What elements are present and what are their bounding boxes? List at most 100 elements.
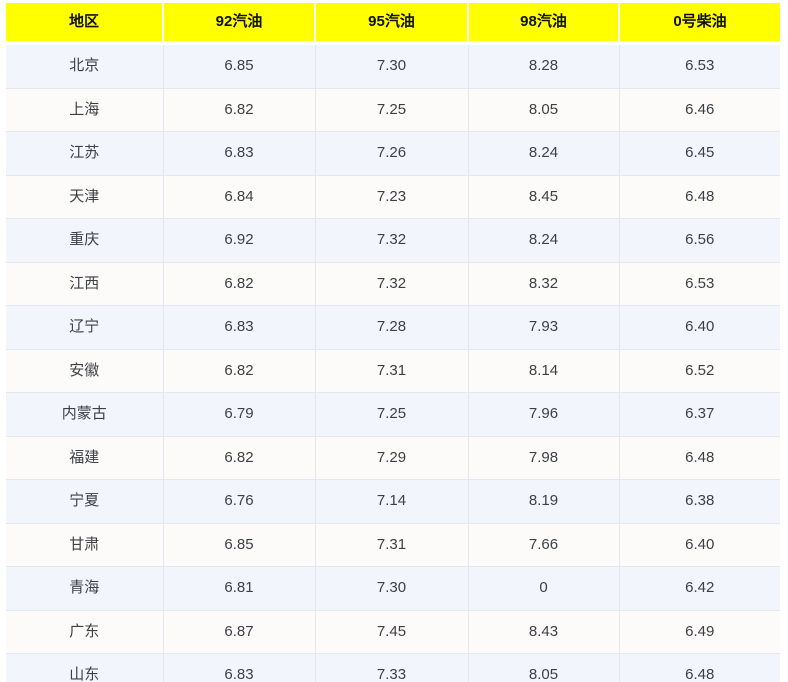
price-cell-g92: 6.83 [163, 653, 316, 682]
price-cell-d0: 6.52 [619, 349, 780, 393]
table-row: 甘肃 6.85 7.31 7.66 6.40 [6, 523, 780, 567]
table-row: 福建 6.82 7.29 7.98 6.48 [6, 436, 780, 480]
table-row: 北京 6.85 7.30 8.28 6.53 [6, 43, 780, 89]
price-cell-d0: 6.48 [619, 436, 780, 480]
region-name-cell: 安徽 [6, 349, 164, 393]
region-name-cell: 广东 [6, 610, 164, 654]
price-cell-g95: 7.25 [315, 88, 469, 132]
price-cell-d0: 6.56 [619, 218, 780, 263]
price-cell-g95: 7.26 [315, 131, 469, 176]
price-cell-g95: 7.30 [315, 43, 469, 89]
table-row: 江西 6.82 7.32 8.32 6.53 [6, 262, 780, 306]
price-cell-g92: 6.79 [163, 392, 316, 437]
price-cell-g95: 7.23 [315, 175, 469, 219]
table-row: 重庆 6.92 7.32 8.24 6.56 [6, 218, 780, 263]
price-cell-d0: 6.48 [619, 653, 780, 682]
price-cell-d0: 6.53 [619, 262, 780, 306]
table-row: 内蒙古 6.79 7.25 7.96 6.37 [6, 392, 780, 437]
price-cell-g95: 7.28 [315, 305, 469, 350]
table-header-row: 地区 92汽油 95汽油 98汽油 0号柴油 [6, 3, 780, 45]
price-cell-g98: 8.24 [468, 131, 620, 176]
price-cell-d0: 6.53 [619, 43, 780, 89]
price-cell-g98: 8.05 [468, 653, 620, 682]
region-name-cell: 青海 [6, 566, 164, 611]
table-row: 山东 6.83 7.33 8.05 6.48 [6, 653, 780, 682]
region-name-cell: 上海 [6, 88, 164, 132]
price-cell-g95: 7.31 [315, 349, 469, 393]
price-cell-g92: 6.82 [163, 88, 316, 132]
price-cell-d0: 6.49 [619, 610, 780, 654]
price-cell-g92: 6.83 [163, 131, 316, 176]
fuel-price-table: 地区 92汽油 95汽油 98汽油 0号柴油 北京 6.85 7.30 8.28 6.5… [6, 3, 780, 682]
region-name-cell: 宁夏 [6, 479, 164, 524]
price-cell-g98: 7.66 [468, 523, 620, 567]
region-name-cell: 甘肃 [6, 523, 164, 567]
price-cell-g92: 6.87 [163, 610, 316, 654]
price-cell-g92: 6.92 [163, 218, 316, 263]
table-row: 青海 6.81 7.30 0 6.42 [6, 566, 780, 611]
table-row: 广东 6.87 7.45 8.43 6.49 [6, 610, 780, 654]
table-row: 辽宁 6.83 7.28 7.93 6.40 [6, 305, 780, 350]
price-cell-d0: 6.40 [619, 305, 780, 350]
price-cell-d0: 6.48 [619, 175, 780, 219]
column-header-gasoline-92: 92汽油 [163, 3, 316, 45]
region-name-cell: 福建 [6, 436, 164, 480]
region-name-cell: 江西 [6, 262, 164, 306]
price-cell-g98: 8.32 [468, 262, 620, 306]
region-name-cell: 重庆 [6, 218, 164, 263]
price-cell-g95: 7.31 [315, 523, 469, 567]
price-cell-g92: 6.82 [163, 349, 316, 393]
price-cell-g98: 7.98 [468, 436, 620, 480]
price-cell-g92: 6.85 [163, 523, 316, 567]
price-cell-g95: 7.29 [315, 436, 469, 480]
region-name-cell: 辽宁 [6, 305, 164, 350]
table-row: 天津 6.84 7.23 8.45 6.48 [6, 175, 780, 219]
region-name-cell: 北京 [6, 43, 164, 89]
price-cell-d0: 6.37 [619, 392, 780, 437]
price-cell-d0: 6.38 [619, 479, 780, 524]
price-cell-g98: 8.45 [468, 175, 620, 219]
price-cell-g98: 8.43 [468, 610, 620, 654]
price-cell-d0: 6.45 [619, 131, 780, 176]
price-cell-g95: 7.32 [315, 262, 469, 306]
price-cell-g95: 7.14 [315, 479, 469, 524]
price-cell-g92: 6.81 [163, 566, 316, 611]
price-cell-g98: 0 [468, 566, 620, 611]
price-cell-g92: 6.83 [163, 305, 316, 350]
table-row: 上海 6.82 7.25 8.05 6.46 [6, 88, 780, 132]
region-name-cell: 江苏 [6, 131, 164, 176]
region-name-cell: 天津 [6, 175, 164, 219]
price-cell-g98: 7.96 [468, 392, 620, 437]
price-cell-d0: 6.42 [619, 566, 780, 611]
price-cell-d0: 6.46 [619, 88, 780, 132]
table-header: 地区 92汽油 95汽油 98汽油 0号柴油 [6, 3, 780, 45]
region-name-cell: 内蒙古 [6, 392, 164, 437]
price-cell-g92: 6.82 [163, 436, 316, 480]
price-cell-g95: 7.33 [315, 653, 469, 682]
column-header-diesel-0: 0号柴油 [619, 3, 780, 45]
price-cell-g98: 8.24 [468, 218, 620, 263]
price-cell-g98: 7.93 [468, 305, 620, 350]
price-cell-g95: 7.30 [315, 566, 469, 611]
price-cell-g95: 7.45 [315, 610, 469, 654]
price-cell-d0: 6.40 [619, 523, 780, 567]
column-header-region: 地区 [6, 3, 164, 45]
fuel-price-table-container: 地区 92汽油 95汽油 98汽油 0号柴油 北京 6.85 7.30 8.28 6.5… [0, 0, 788, 682]
table-row: 江苏 6.83 7.26 8.24 6.45 [6, 131, 780, 176]
table-row: 宁夏 6.76 7.14 8.19 6.38 [6, 479, 780, 524]
price-cell-g98: 8.28 [468, 43, 620, 89]
price-cell-g98: 8.05 [468, 88, 620, 132]
column-header-gasoline-95: 95汽油 [315, 3, 469, 45]
price-cell-g92: 6.84 [163, 175, 316, 219]
region-name-cell: 山东 [6, 653, 164, 682]
price-cell-g98: 8.14 [468, 349, 620, 393]
column-header-gasoline-98: 98汽油 [468, 3, 620, 45]
table-body: 北京 6.85 7.30 8.28 6.53 上海 6.82 7.25 8.05 6.46 江苏 6.… [6, 43, 780, 682]
price-cell-g98: 8.19 [468, 479, 620, 524]
price-cell-g92: 6.82 [163, 262, 316, 306]
price-cell-g95: 7.25 [315, 392, 469, 437]
price-cell-g92: 6.76 [163, 479, 316, 524]
price-cell-g95: 7.32 [315, 218, 469, 263]
price-cell-g92: 6.85 [163, 43, 316, 89]
table-row: 安徽 6.82 7.31 8.14 6.52 [6, 349, 780, 393]
